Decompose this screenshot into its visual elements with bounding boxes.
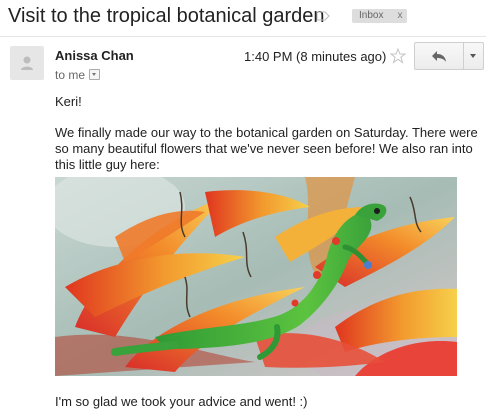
subject-bar: Visit to the tropical botanical garden I… [0,0,500,36]
sender-name[interactable]: Anissa Chan [55,48,134,63]
reply-button-group [414,42,484,70]
label-icon[interactable] [316,11,330,21]
email-greeting: Keri! [55,94,82,109]
chevron-down-icon [470,54,476,58]
gecko-on-flowers-image [55,177,457,376]
star-icon[interactable] [390,48,406,64]
timestamp: 1:40 PM (8 minutes ago) [244,49,387,64]
more-actions-button[interactable] [463,43,483,69]
recipient-line: to me [55,68,101,82]
inbox-label-chip[interactable]: Inbox x [352,9,408,23]
attached-photo[interactable] [55,177,457,376]
inbox-label-text: Inbox [359,10,384,21]
email-subject: Visit to the tropical botanical garden [8,5,325,27]
email-paragraph: We finally made our way to the botanical… [55,125,478,172]
header-divider [0,36,486,37]
reply-icon [432,51,446,62]
recipient-text: to me [55,68,86,82]
reply-button[interactable] [415,43,464,69]
remove-label-button[interactable]: x [397,10,402,21]
show-details-button[interactable] [89,69,101,81]
sender-avatar[interactable] [10,46,44,80]
person-icon [21,56,33,70]
email-closing: I'm so glad we took your advice and went… [55,394,308,409]
